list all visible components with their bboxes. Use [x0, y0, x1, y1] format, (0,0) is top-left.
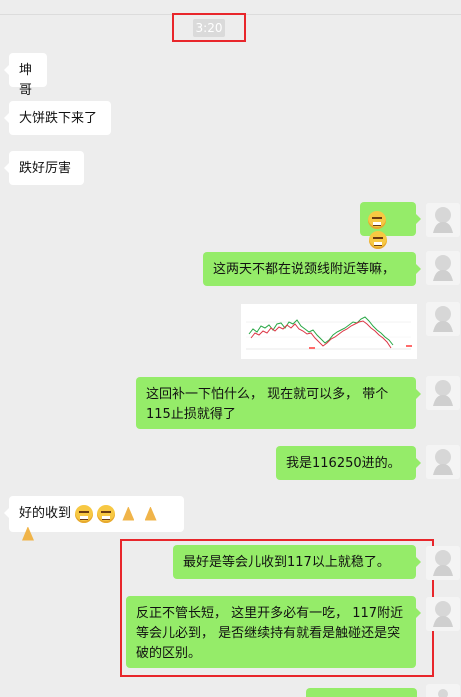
avatar[interactable]: [426, 203, 460, 237]
message-text: 大饼跌下来了: [19, 111, 98, 126]
grin-icon: [75, 504, 94, 523]
time-highlight: 3:20: [172, 13, 246, 42]
message-left-4[interactable]: 好的收到: [4, 496, 184, 532]
prayer-hands-icon: [119, 505, 137, 523]
message-right-3[interactable]: 我是116250进的。: [276, 446, 421, 480]
partial-avatar[interactable]: [426, 684, 460, 697]
message-left-2[interactable]: 大饼跌下来了: [4, 101, 111, 135]
message-left-1[interactable]: 坤哥: [4, 53, 47, 98]
grin-icon: [368, 210, 386, 229]
message-text: 这两天不都在说颈线附近等嘛，: [213, 262, 396, 277]
message-text: 跌好厉害: [19, 161, 72, 176]
message-right-emoji[interactable]: [360, 202, 421, 249]
partial-message-bubble[interactable]: [306, 688, 417, 697]
message-text: 这回补一下怕什么， 现在就可以多， 带个115止损就得了: [146, 387, 389, 422]
grin-icon: [97, 504, 116, 523]
message-left-3[interactable]: 跌好厉害: [4, 151, 84, 185]
message-right-2[interactable]: 这回补一下怕什么， 现在就可以多， 带个115止损就得了: [136, 377, 421, 429]
message-text: 最好是等会儿收到117以上就稳了。: [183, 555, 390, 570]
prayer-hands-icon: [142, 505, 160, 523]
message-right-1[interactable]: 这两天不都在说颈线附近等嘛，: [203, 252, 421, 286]
avatar[interactable]: [426, 376, 460, 410]
avatar[interactable]: [426, 445, 460, 479]
message-right-5[interactable]: 反正不管长短， 这里开多必有一吃， 117附近等会儿必到， 是否继续持有就看是触…: [126, 596, 421, 668]
message-text: 好的收到: [19, 506, 72, 521]
message-text: 反正不管长短， 这里开多必有一吃， 117附近等会儿必到， 是否继续持有就看是触…: [136, 606, 404, 661]
message-text: 我是116250进的。: [286, 456, 401, 471]
message-time: 3:20: [192, 18, 226, 37]
avatar[interactable]: [426, 302, 460, 336]
message-text: 坤哥: [19, 63, 33, 98]
message-right-4[interactable]: 最好是等会儿收到117以上就稳了。: [173, 545, 421, 579]
chart-image[interactable]: [241, 304, 417, 359]
grin-icon: [369, 230, 387, 249]
avatar[interactable]: [426, 597, 460, 631]
prayer-hands-icon: [19, 525, 37, 543]
avatar[interactable]: [426, 251, 460, 285]
avatar[interactable]: [426, 546, 460, 580]
